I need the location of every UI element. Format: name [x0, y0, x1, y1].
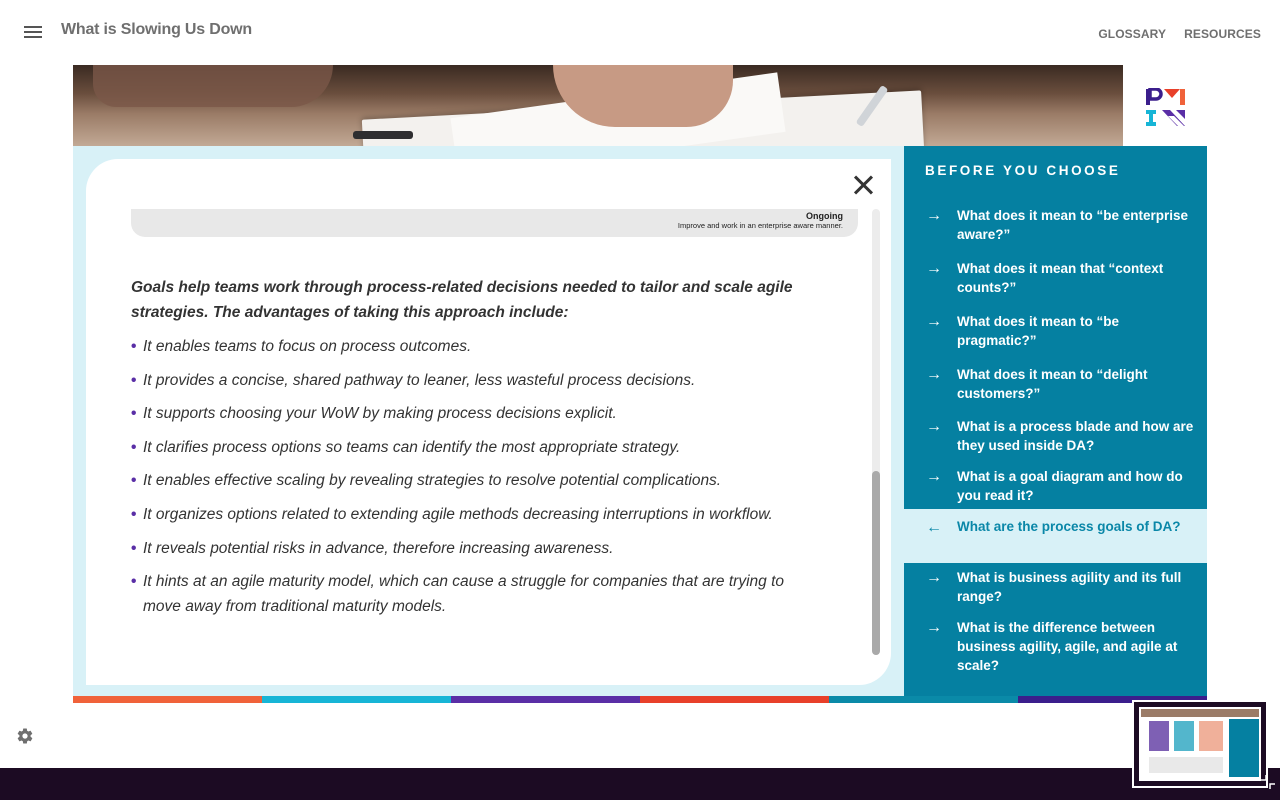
scrollbar-thumb[interactable] [872, 471, 880, 655]
sidebar-heading: BEFORE YOU CHOOSE [925, 163, 1121, 178]
goal-strip-subtitle: Improve and work in an enterprise aware … [677, 221, 843, 230]
color-bar-segment [73, 696, 262, 703]
sidebar-item-label: What does it mean to “be pragmatic?” [957, 314, 1120, 348]
sidebar-item-agility-difference[interactable]: → What is the difference between busines… [904, 618, 1207, 684]
list-item: It clarifies process options so teams ca… [131, 435, 811, 460]
close-icon[interactable] [852, 173, 876, 197]
arrow-right-icon: → [926, 260, 942, 277]
sidebar-item-delight-customers[interactable]: → What does it mean to “delight customer… [904, 365, 1207, 411]
resources-link[interactable]: RESOURCES [1184, 27, 1261, 41]
color-bar-segment [829, 696, 1018, 703]
sidebar: BEFORE YOU CHOOSE → What does it mean to… [904, 146, 1207, 696]
resize-handle-icon[interactable] [1258, 772, 1278, 792]
sidebar-item-label: What is a goal diagram and how do you re… [957, 469, 1183, 503]
scrollbar[interactable] [872, 209, 880, 655]
sidebar-item-context-counts[interactable]: → What does it mean that “context counts… [904, 259, 1207, 305]
intro-text: Goals help teams work through process-re… [131, 279, 793, 321]
list-item: It organizes options related to extendin… [131, 502, 811, 527]
list-item: It reveals potential risks in advance, t… [131, 536, 811, 561]
hero-image [73, 65, 1123, 146]
sidebar-item-process-blade[interactable]: → What is a process blade and how are th… [904, 417, 1207, 463]
list-item: It enables effective scaling by revealin… [131, 468, 811, 493]
arrow-right-icon: → [926, 569, 942, 586]
sidebar-item-goal-diagram[interactable]: → What is a goal diagram and how do you … [904, 467, 1207, 513]
slide-thumbnail[interactable] [1132, 700, 1268, 788]
goal-strip-title: Ongoing [806, 211, 843, 221]
sidebar-item-label: What does it mean that “context counts?” [957, 261, 1164, 295]
list-item: It supports choosing your WoW by making … [131, 401, 811, 426]
footer-bar [0, 768, 1280, 800]
arrow-right-icon: → [926, 207, 942, 224]
gear-icon[interactable] [16, 727, 34, 745]
color-bar [73, 696, 1207, 703]
sidebar-item-label: What is the difference between business … [957, 620, 1178, 673]
sidebar-item-business-agility[interactable]: → What is business agility and its full … [904, 568, 1207, 614]
list-item: It enables teams to focus on process out… [131, 334, 811, 359]
arrow-right-icon: → [926, 619, 942, 636]
sidebar-item-enterprise-aware[interactable]: → What does it mean to “be enterprise aw… [904, 206, 1207, 252]
glossary-link[interactable]: GLOSSARY [1098, 27, 1166, 41]
top-bar: What is Slowing Us Down GLOSSARY RESOURC… [0, 0, 1280, 65]
arrow-right-icon: → [926, 468, 942, 485]
sidebar-item-label: What is a process blade and how are they… [957, 419, 1194, 453]
goal-strip: Ongoing Improve and work in an enterpris… [131, 209, 858, 237]
pmi-logo-icon [1146, 88, 1185, 126]
sidebar-item-label: What is business agility and its full ra… [957, 570, 1182, 604]
color-bar-segment [640, 696, 829, 703]
list-item: It hints at an agile maturity model, whi… [131, 569, 811, 619]
content-scroll-area[interactable]: Ongoing Improve and work in an enterpris… [131, 209, 859, 679]
arrow-left-icon: ← [926, 519, 942, 536]
color-bar-segment [451, 696, 640, 703]
sidebar-item-process-goals[interactable]: ← What are the process goals of DA? [904, 509, 1207, 563]
advantages-list: It enables teams to focus on process out… [131, 334, 811, 628]
arrow-right-icon: → [926, 418, 942, 435]
list-item: It provides a concise, shared pathway to… [131, 368, 811, 393]
top-nav: GLOSSARY RESOURCES [1098, 27, 1261, 41]
hamburger-icon[interactable] [24, 26, 42, 39]
arrow-right-icon: → [926, 366, 942, 383]
sidebar-item-be-pragmatic[interactable]: → What does it mean to “be pragmatic?” [904, 312, 1207, 358]
page-title: What is Slowing Us Down [61, 21, 252, 38]
sidebar-item-label: What are the process goals of DA? [957, 519, 1181, 534]
sidebar-item-label: What does it mean to “be enterprise awar… [957, 208, 1189, 242]
arrow-right-icon: → [926, 313, 942, 330]
sidebar-item-label: What does it mean to “delight customers?… [957, 367, 1148, 401]
color-bar-segment [262, 696, 451, 703]
